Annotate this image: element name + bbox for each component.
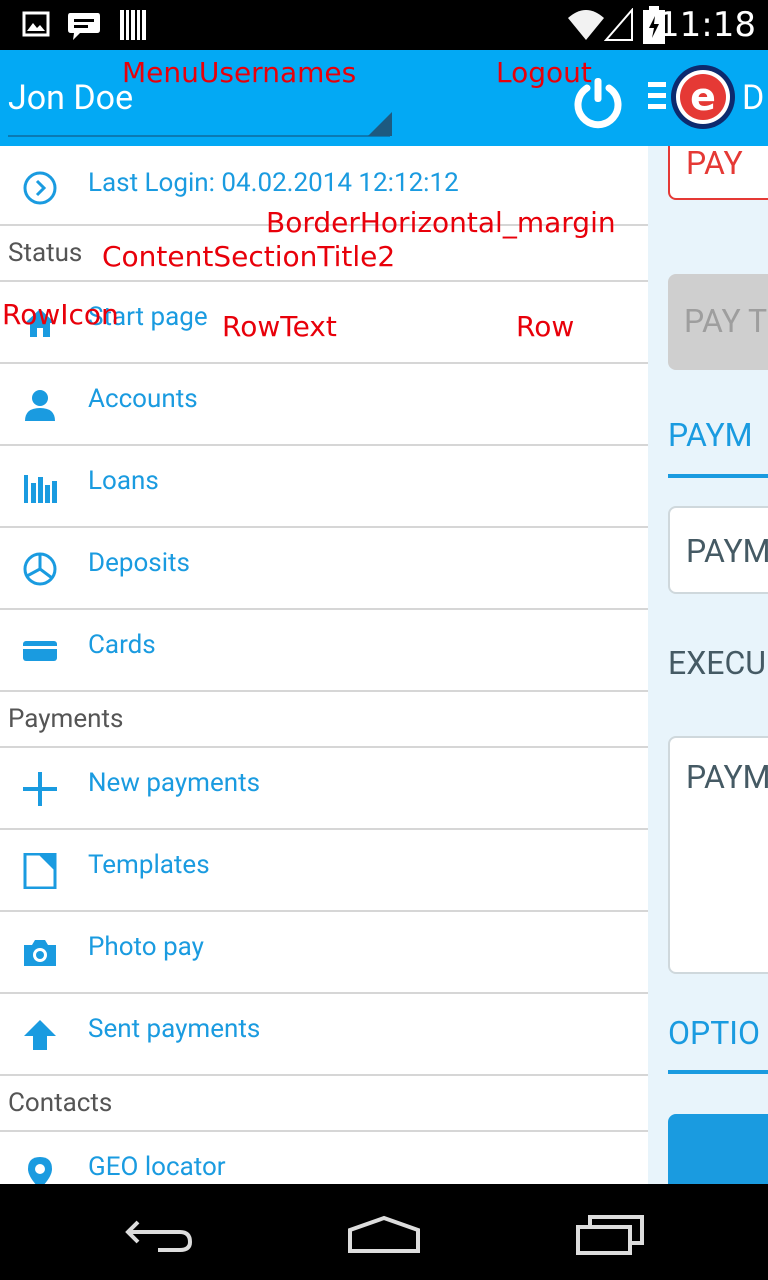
app-logo-icon: e <box>671 65 735 129</box>
payments-section-label: Payments <box>8 704 124 734</box>
last-login-text: Last Login: 04.02.2014 12:12:12 <box>88 168 459 198</box>
payments-section-title: Payments <box>0 692 648 748</box>
menu-row-templates[interactable]: Templates <box>0 830 648 912</box>
debug-label-row: Row <box>516 310 575 343</box>
menu-row-accounts[interactable]: Accounts <box>0 364 648 446</box>
system-navigation-bar <box>0 1184 768 1280</box>
card-icon <box>23 641 57 661</box>
clock-time: 11:18 <box>658 5 756 45</box>
menu-row-sent-payments[interactable]: Sent payments <box>0 994 648 1076</box>
pay-button-secondary-label: PAY T <box>684 302 768 340</box>
payment-field[interactable]: PAYM <box>668 506 768 594</box>
app-window: PAY PAY T PAYM PAYM EXECU PAYM OPTIO Jon… <box>0 50 768 1184</box>
chevron-circle-icon <box>23 171 57 205</box>
menu-row-label: Cards <box>88 630 156 660</box>
pie-chart-icon <box>23 552 57 586</box>
chat-icon <box>68 13 100 40</box>
back-icon[interactable] <box>124 1218 194 1254</box>
wifi-icon <box>568 10 604 40</box>
menu-row-label: New payments <box>88 768 261 798</box>
status-section-label: Status <box>8 238 83 268</box>
image-icon <box>22 11 50 37</box>
username-dropdown-indicator[interactable] <box>368 112 392 136</box>
debug-label-row-text: RowText <box>222 310 337 343</box>
person-icon <box>25 390 55 421</box>
menu-username[interactable]: Jon Doe <box>8 78 133 118</box>
menu-row-photo-pay[interactable]: Photo pay <box>0 912 648 994</box>
app-header: Jon Doe e D <box>0 50 768 146</box>
payment-section-header: PAYM <box>668 416 753 454</box>
menu-row-new-payments[interactable]: New payments <box>0 748 648 830</box>
menu-row-loans[interactable]: Loans <box>0 446 648 528</box>
menu-row-cards[interactable]: Cards <box>0 610 648 692</box>
arrow-up-icon <box>24 1020 56 1050</box>
recent-apps-icon[interactable] <box>574 1214 646 1256</box>
contacts-section-label: Contacts <box>8 1088 113 1118</box>
payment-header-underline <box>668 474 768 478</box>
pay-button-primary-label: PAY <box>686 144 743 182</box>
debug-label-menu-usernames: MenuUsernames <box>122 56 357 89</box>
menu-row-deposits[interactable]: Deposits <box>0 528 648 610</box>
app-title: D <box>742 78 765 118</box>
menu-row-label: Sent payments <box>88 1014 261 1044</box>
menu-row-label: GEO locator <box>88 1152 226 1182</box>
location-pin-icon <box>28 1157 52 1184</box>
bar-chart-icon <box>24 475 57 503</box>
plus-icon <box>23 772 57 806</box>
status-bar: 11:18 <box>0 0 768 50</box>
payment-field-value: PAYM <box>686 532 768 570</box>
svg-text:e: e <box>690 75 716 119</box>
debug-label-content-section-title: ContentSectionTitle2 <box>102 240 396 273</box>
menu-row-label: Deposits <box>88 548 190 578</box>
template-icon <box>23 853 57 889</box>
contacts-section-title: Contacts <box>0 1076 648 1132</box>
barcode-icon <box>120 10 146 40</box>
menu-row-label: Templates <box>88 850 210 880</box>
menu-row-label: Accounts <box>88 384 198 414</box>
username-underline <box>8 135 390 137</box>
menu-row-label: Loans <box>88 466 159 496</box>
payment-textarea[interactable]: PAYM <box>668 736 768 974</box>
execution-label: EXECU <box>668 644 767 682</box>
options-header-underline <box>668 1070 768 1074</box>
options-section-header: OPTIO <box>668 1014 761 1052</box>
payment-textarea-value: PAYM <box>686 758 768 796</box>
signal-icon <box>604 8 633 41</box>
debug-label-row-icon: RowIcon <box>2 298 119 331</box>
submit-button[interactable] <box>668 1114 768 1184</box>
debug-label-logout: Logout <box>496 56 592 89</box>
payment-form-background: PAY PAY T PAYM PAYM EXECU PAYM OPTIO <box>648 136 768 1184</box>
home-nav-icon[interactable] <box>346 1214 422 1254</box>
debug-label-border-horizontal-margin: BorderHorizontal_margin <box>266 206 616 239</box>
menu-row-label: Photo pay <box>88 932 204 962</box>
menu-row-geo-locator[interactable]: GEO locator <box>0 1132 648 1184</box>
hamburger-menu-icon[interactable] <box>648 82 666 114</box>
camera-icon <box>24 940 56 966</box>
pay-button-secondary[interactable]: PAY T <box>668 274 768 370</box>
